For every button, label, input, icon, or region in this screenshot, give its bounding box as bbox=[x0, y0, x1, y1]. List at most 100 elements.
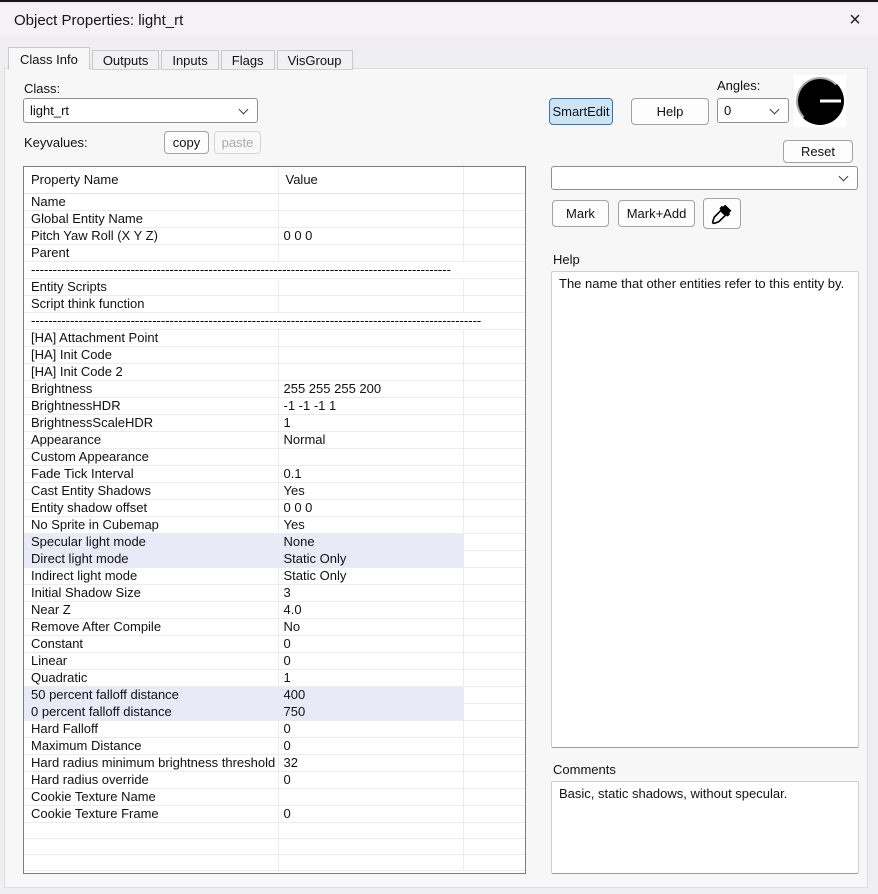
property-value-cell[interactable]: -1 -1 -1 1 bbox=[278, 397, 464, 415]
property-value-cell[interactable]: 1 bbox=[278, 669, 464, 687]
table-row[interactable]: BrightnessScaleHDR 1 bbox=[24, 414, 525, 432]
table-row[interactable]: Hard radius override 0 bbox=[24, 771, 525, 789]
property-value-cell[interactable] bbox=[278, 278, 464, 296]
table-row[interactable]: Hard radius minimum brightness threshold… bbox=[24, 754, 525, 772]
property-name-cell[interactable]: Entity shadow offset bbox=[24, 499, 279, 517]
table-row[interactable] bbox=[24, 822, 525, 839]
property-name-cell[interactable]: [HA] Attachment Point bbox=[24, 329, 279, 347]
property-value-cell[interactable]: Normal bbox=[278, 431, 464, 449]
table-row[interactable]: Cookie Texture Frame 0 bbox=[24, 805, 525, 823]
help-text-box[interactable]: The name that other entities refer to th… bbox=[551, 271, 859, 748]
property-value-cell[interactable]: 4.0 bbox=[278, 601, 464, 619]
class-combobox[interactable]: light_rt bbox=[23, 98, 258, 123]
property-value-cell[interactable]: 1 bbox=[278, 414, 464, 432]
property-value-cell[interactable]: 0 bbox=[278, 652, 464, 670]
property-name-cell[interactable]: Initial Shadow Size bbox=[24, 584, 279, 602]
property-value-cell[interactable]: 0 0 0 bbox=[278, 499, 464, 517]
property-value-cell[interactable] bbox=[278, 363, 464, 381]
table-row[interactable]: [HA] Attachment Point bbox=[24, 329, 525, 347]
property-value-cell[interactable]: 750 bbox=[278, 703, 464, 721]
property-name-cell[interactable]: Constant bbox=[24, 635, 279, 653]
table-row[interactable]: Entity shadow offset 0 0 0 bbox=[24, 499, 525, 517]
table-row[interactable] bbox=[24, 838, 525, 855]
table-row[interactable]: No Sprite in Cubemap Yes bbox=[24, 516, 525, 534]
property-value-cell[interactable] bbox=[278, 854, 464, 871]
close-button[interactable]: × bbox=[838, 6, 872, 34]
mark-add-button[interactable]: Mark+Add bbox=[618, 200, 695, 227]
property-value-cell[interactable] bbox=[278, 448, 464, 466]
comments-text-box[interactable]: Basic, static shadows, without specular. bbox=[551, 781, 859, 874]
property-value-cell[interactable]: 400 bbox=[278, 686, 464, 704]
property-value-cell[interactable] bbox=[278, 788, 464, 806]
property-name-cell[interactable]: Custom Appearance bbox=[24, 448, 279, 466]
property-name-cell[interactable]: Cookie Texture Name bbox=[24, 788, 279, 806]
table-row[interactable]: BrightnessHDR -1 -1 -1 1 bbox=[24, 397, 525, 415]
table-row[interactable]: [HA] Init Code 2 bbox=[24, 363, 525, 381]
copy-button[interactable]: copy bbox=[164, 131, 209, 154]
property-name-cell[interactable]: Remove After Compile bbox=[24, 618, 279, 636]
table-row[interactable]: Custom Appearance bbox=[24, 448, 525, 466]
table-row[interactable]: Hard Falloff 0 bbox=[24, 720, 525, 738]
property-name-cell[interactable]: Pitch Yaw Roll (X Y Z) bbox=[24, 227, 279, 245]
property-value-cell[interactable]: Yes bbox=[278, 516, 464, 534]
tab-visgroup[interactable]: VisGroup bbox=[276, 50, 353, 70]
table-row[interactable]: Entity Scripts bbox=[24, 278, 525, 296]
property-name-cell[interactable]: BrightnessScaleHDR bbox=[24, 414, 279, 432]
table-row[interactable]: Direct light mode Static Only bbox=[24, 550, 525, 568]
property-value-cell[interactable]: Static Only bbox=[278, 550, 464, 568]
property-value-cell[interactable]: None bbox=[278, 533, 464, 551]
table-row[interactable]: Initial Shadow Size 3 bbox=[24, 584, 525, 602]
property-value-cell[interactable]: 0 bbox=[278, 805, 464, 823]
table-row[interactable]: Maximum Distance 0 bbox=[24, 737, 525, 755]
property-name-cell[interactable]: 0 percent falloff distance bbox=[24, 703, 279, 721]
table-row[interactable]: Constant 0 bbox=[24, 635, 525, 653]
reset-button[interactable]: Reset bbox=[783, 140, 853, 163]
tab-flags[interactable]: Flags bbox=[220, 50, 275, 70]
table-row[interactable]: Specular light mode None bbox=[24, 533, 525, 551]
property-name-cell[interactable]: 50 percent falloff distance bbox=[24, 686, 279, 704]
tab-outputs[interactable]: Outputs bbox=[91, 50, 160, 70]
property-value-cell[interactable]: 0 bbox=[278, 720, 464, 738]
property-name-column-header[interactable]: Property Name bbox=[24, 167, 279, 194]
property-name-cell[interactable]: Brightness bbox=[24, 380, 279, 398]
property-name-cell[interactable]: Specular light mode bbox=[24, 533, 279, 551]
table-row[interactable]: [HA] Init Code bbox=[24, 346, 525, 364]
property-value-cell[interactable]: 32 bbox=[278, 754, 464, 772]
table-row[interactable]: Linear 0 bbox=[24, 652, 525, 670]
table-row[interactable]: Parent bbox=[24, 244, 525, 262]
property-name-cell[interactable]: Indirect light mode bbox=[24, 567, 279, 585]
property-name-cell[interactable]: Parent bbox=[24, 244, 279, 262]
property-name-cell[interactable]: Cookie Texture Frame bbox=[24, 805, 279, 823]
table-row[interactable]: Remove After Compile No bbox=[24, 618, 525, 636]
property-name-cell[interactable]: Quadratic bbox=[24, 669, 279, 687]
property-name-cell[interactable]: Cast Entity Shadows bbox=[24, 482, 279, 500]
angles-combobox[interactable]: 0 bbox=[717, 98, 789, 123]
property-name-cell[interactable]: Script think function bbox=[24, 295, 279, 313]
property-name-cell[interactable] bbox=[24, 838, 279, 855]
property-name-cell[interactable]: BrightnessHDR bbox=[24, 397, 279, 415]
property-value-cell[interactable]: 0 bbox=[278, 635, 464, 653]
property-value-cell[interactable] bbox=[278, 295, 464, 313]
tab-inputs[interactable]: Inputs bbox=[161, 50, 219, 70]
value-column-header[interactable]: Value bbox=[278, 167, 464, 194]
property-name-cell[interactable]: Near Z bbox=[24, 601, 279, 619]
angle-indicator[interactable] bbox=[796, 77, 844, 125]
property-value-cell[interactable] bbox=[278, 210, 464, 228]
property-name-cell[interactable]: Direct light mode bbox=[24, 550, 279, 568]
table-row[interactable]: Indirect light mode Static Only bbox=[24, 567, 525, 585]
mark-button[interactable]: Mark bbox=[552, 200, 609, 227]
table-row[interactable]: Appearance Normal bbox=[24, 431, 525, 449]
property-value-cell[interactable] bbox=[278, 329, 464, 347]
table-row[interactable]: Near Z 4.0 bbox=[24, 601, 525, 619]
property-value-cell[interactable] bbox=[278, 838, 464, 855]
property-name-cell[interactable] bbox=[24, 822, 279, 839]
property-name-cell[interactable]: Linear bbox=[24, 652, 279, 670]
table-row[interactable]: Name bbox=[24, 193, 525, 211]
property-name-cell[interactable] bbox=[24, 854, 279, 871]
eyedropper-button[interactable] bbox=[703, 198, 741, 229]
property-value-cell[interactable] bbox=[278, 822, 464, 839]
table-row[interactable]: 50 percent falloff distance 400 bbox=[24, 686, 525, 704]
property-value-cell[interactable]: 255 255 255 200 bbox=[278, 380, 464, 398]
property-value-cell[interactable]: 0.1 bbox=[278, 465, 464, 483]
table-row[interactable]: Cast Entity Shadows Yes bbox=[24, 482, 525, 500]
